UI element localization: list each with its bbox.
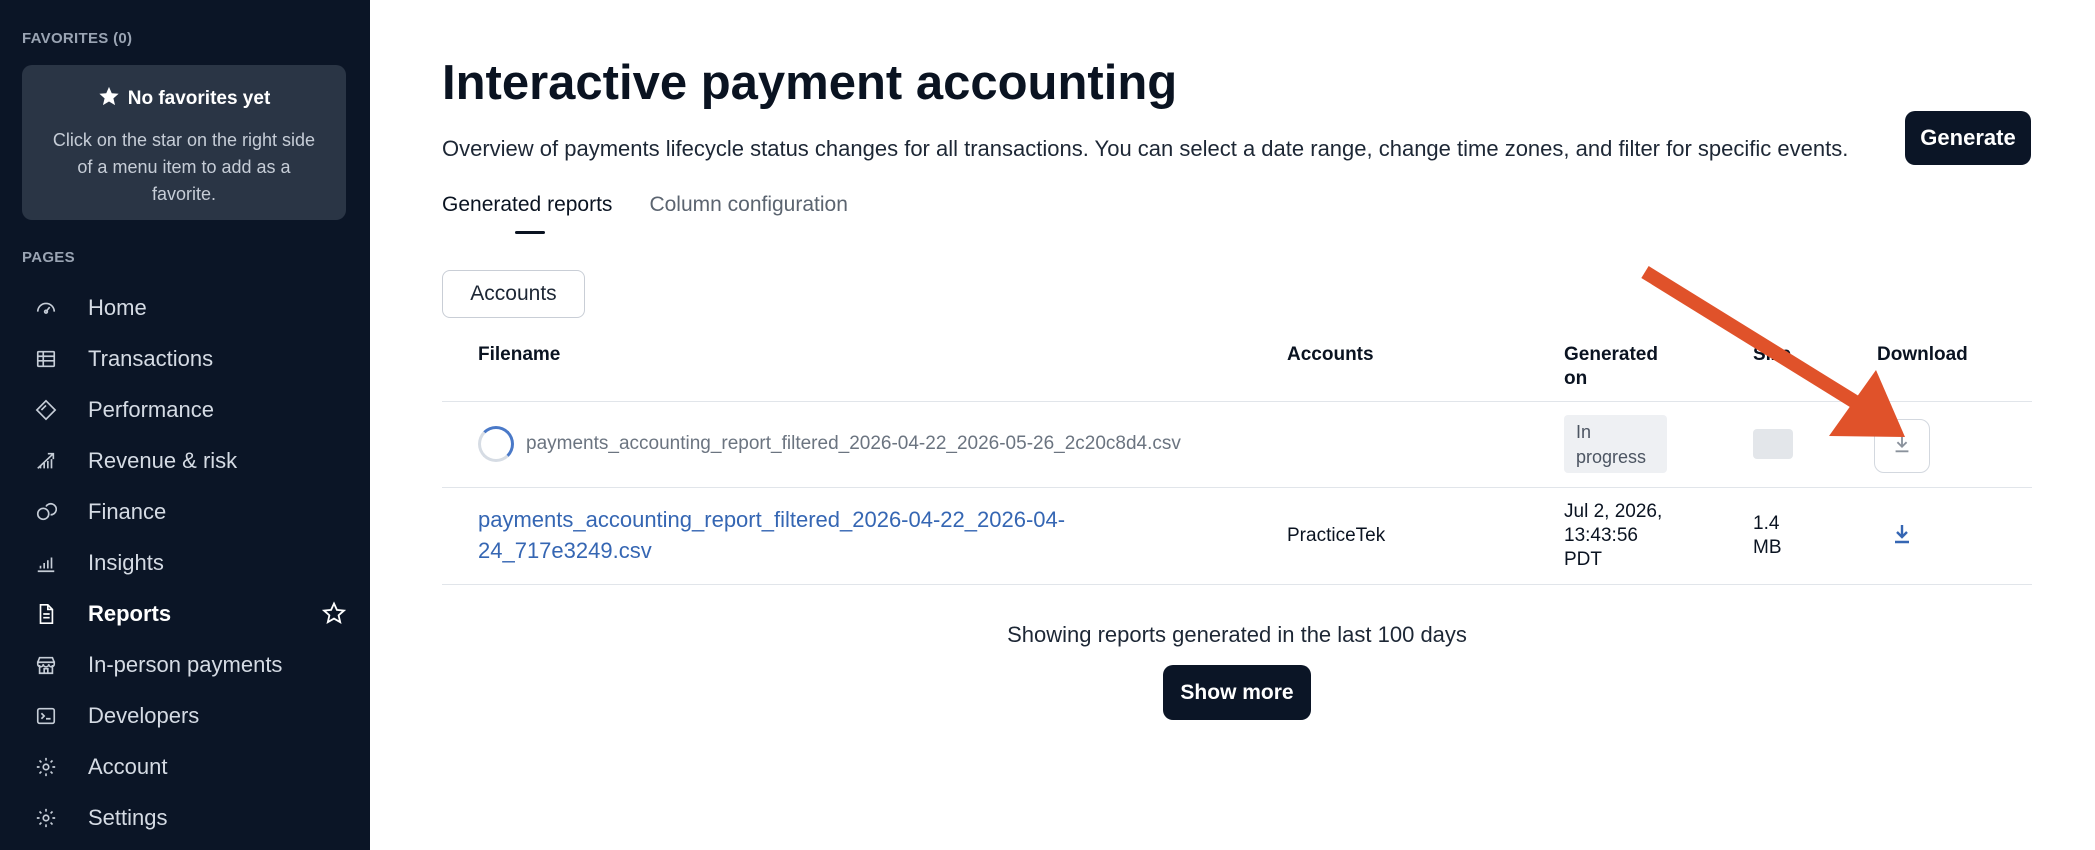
sidebar-item-insights[interactable]: Insights: [0, 537, 370, 588]
trend-icon: [34, 449, 58, 473]
sidebar-item-finance[interactable]: Finance: [0, 486, 370, 537]
terminal-icon: [34, 704, 58, 728]
loading-spinner-icon: [478, 426, 514, 462]
main-content: Interactive payment accounting Overview …: [370, 0, 2095, 850]
star-icon: [98, 85, 120, 113]
size-placeholder: [1753, 429, 1793, 459]
favorites-empty-title: No favorites yet: [127, 88, 271, 109]
sidebar-item-in-person-payments[interactable]: In-person payments: [0, 639, 370, 690]
tabs: Generated reports Column configuration: [442, 193, 848, 234]
column-header-accounts: Accounts: [1287, 344, 1374, 365]
reports-range-note: Showing reports generated in the last 10…: [1007, 622, 1467, 647]
accounts-filter-button[interactable]: Accounts: [442, 270, 585, 318]
download-icon: [1891, 433, 1913, 460]
sidebar-item-reports[interactable]: Reports: [0, 588, 370, 639]
bar-chart-icon: [34, 551, 58, 575]
sidebar-item-settings[interactable]: Settings: [0, 792, 370, 843]
sidebar-item-transactions[interactable]: Transactions: [0, 333, 370, 384]
show-more-button[interactable]: Show more: [1163, 665, 1311, 720]
status-badge: In progress: [1564, 415, 1667, 473]
column-header-generated-on: Generated on: [1564, 344, 1658, 389]
report-generated-on: Jul 2, 2026, 13:43:56 PDT: [1564, 501, 1663, 570]
page-title: Interactive payment accounting: [442, 56, 1178, 110]
pages-label: PAGES: [22, 249, 75, 266]
page-description: Overview of payments lifecycle status ch…: [442, 136, 1849, 161]
favorite-star-icon[interactable]: [321, 601, 347, 631]
table-icon: [34, 347, 58, 371]
report-size: 1.4 MB: [1753, 513, 1782, 558]
download-button-disabled[interactable]: [1874, 419, 1930, 473]
column-header-filename: Filename: [478, 344, 561, 365]
sidebar-item-account[interactable]: Account: [0, 741, 370, 792]
tab-column-configuration[interactable]: Column configuration: [649, 193, 847, 217]
generate-button[interactable]: Generate: [1905, 111, 2031, 165]
tab-generated-reports[interactable]: Generated reports: [442, 193, 612, 234]
column-header-size: Size: [1753, 344, 1792, 365]
sidebar-item-revenue-risk[interactable]: Revenue & risk: [0, 435, 370, 486]
sidebar-item-performance[interactable]: Performance: [0, 384, 370, 435]
report-account: PracticeTek: [1287, 525, 1386, 546]
divider: [442, 401, 2032, 402]
sidebar-nav: Home Transactions Performance Revenue & …: [0, 282, 370, 843]
sidebar-item-developers[interactable]: Developers: [0, 690, 370, 741]
gauge-icon: [34, 296, 58, 320]
download-button[interactable]: [1888, 522, 1916, 550]
report-filename: payments_accounting_report_filtered_2026…: [526, 433, 1181, 454]
gear-icon: [34, 806, 58, 830]
report-filename-link[interactable]: payments_accounting_report_filtered_2026…: [478, 504, 1065, 566]
sidebar: FAVORITES (0) No favorites yet Click on …: [0, 0, 370, 850]
favorites-label: FAVORITES (0): [22, 30, 133, 47]
sidebar-item-home[interactable]: Home: [0, 282, 370, 333]
gear-icon: [34, 755, 58, 779]
document-icon: [34, 602, 58, 626]
coins-icon: [34, 500, 58, 524]
download-icon: [1890, 522, 1914, 551]
column-header-download: Download: [1877, 344, 1968, 365]
favorites-empty-desc: Click on the star on the right side of a…: [52, 130, 316, 204]
favorites-empty-state: No favorites yet Click on the star on th…: [22, 65, 346, 220]
divider: [442, 584, 2032, 585]
store-icon: [34, 653, 58, 677]
diamond-icon: [34, 398, 58, 422]
divider: [442, 487, 2032, 488]
